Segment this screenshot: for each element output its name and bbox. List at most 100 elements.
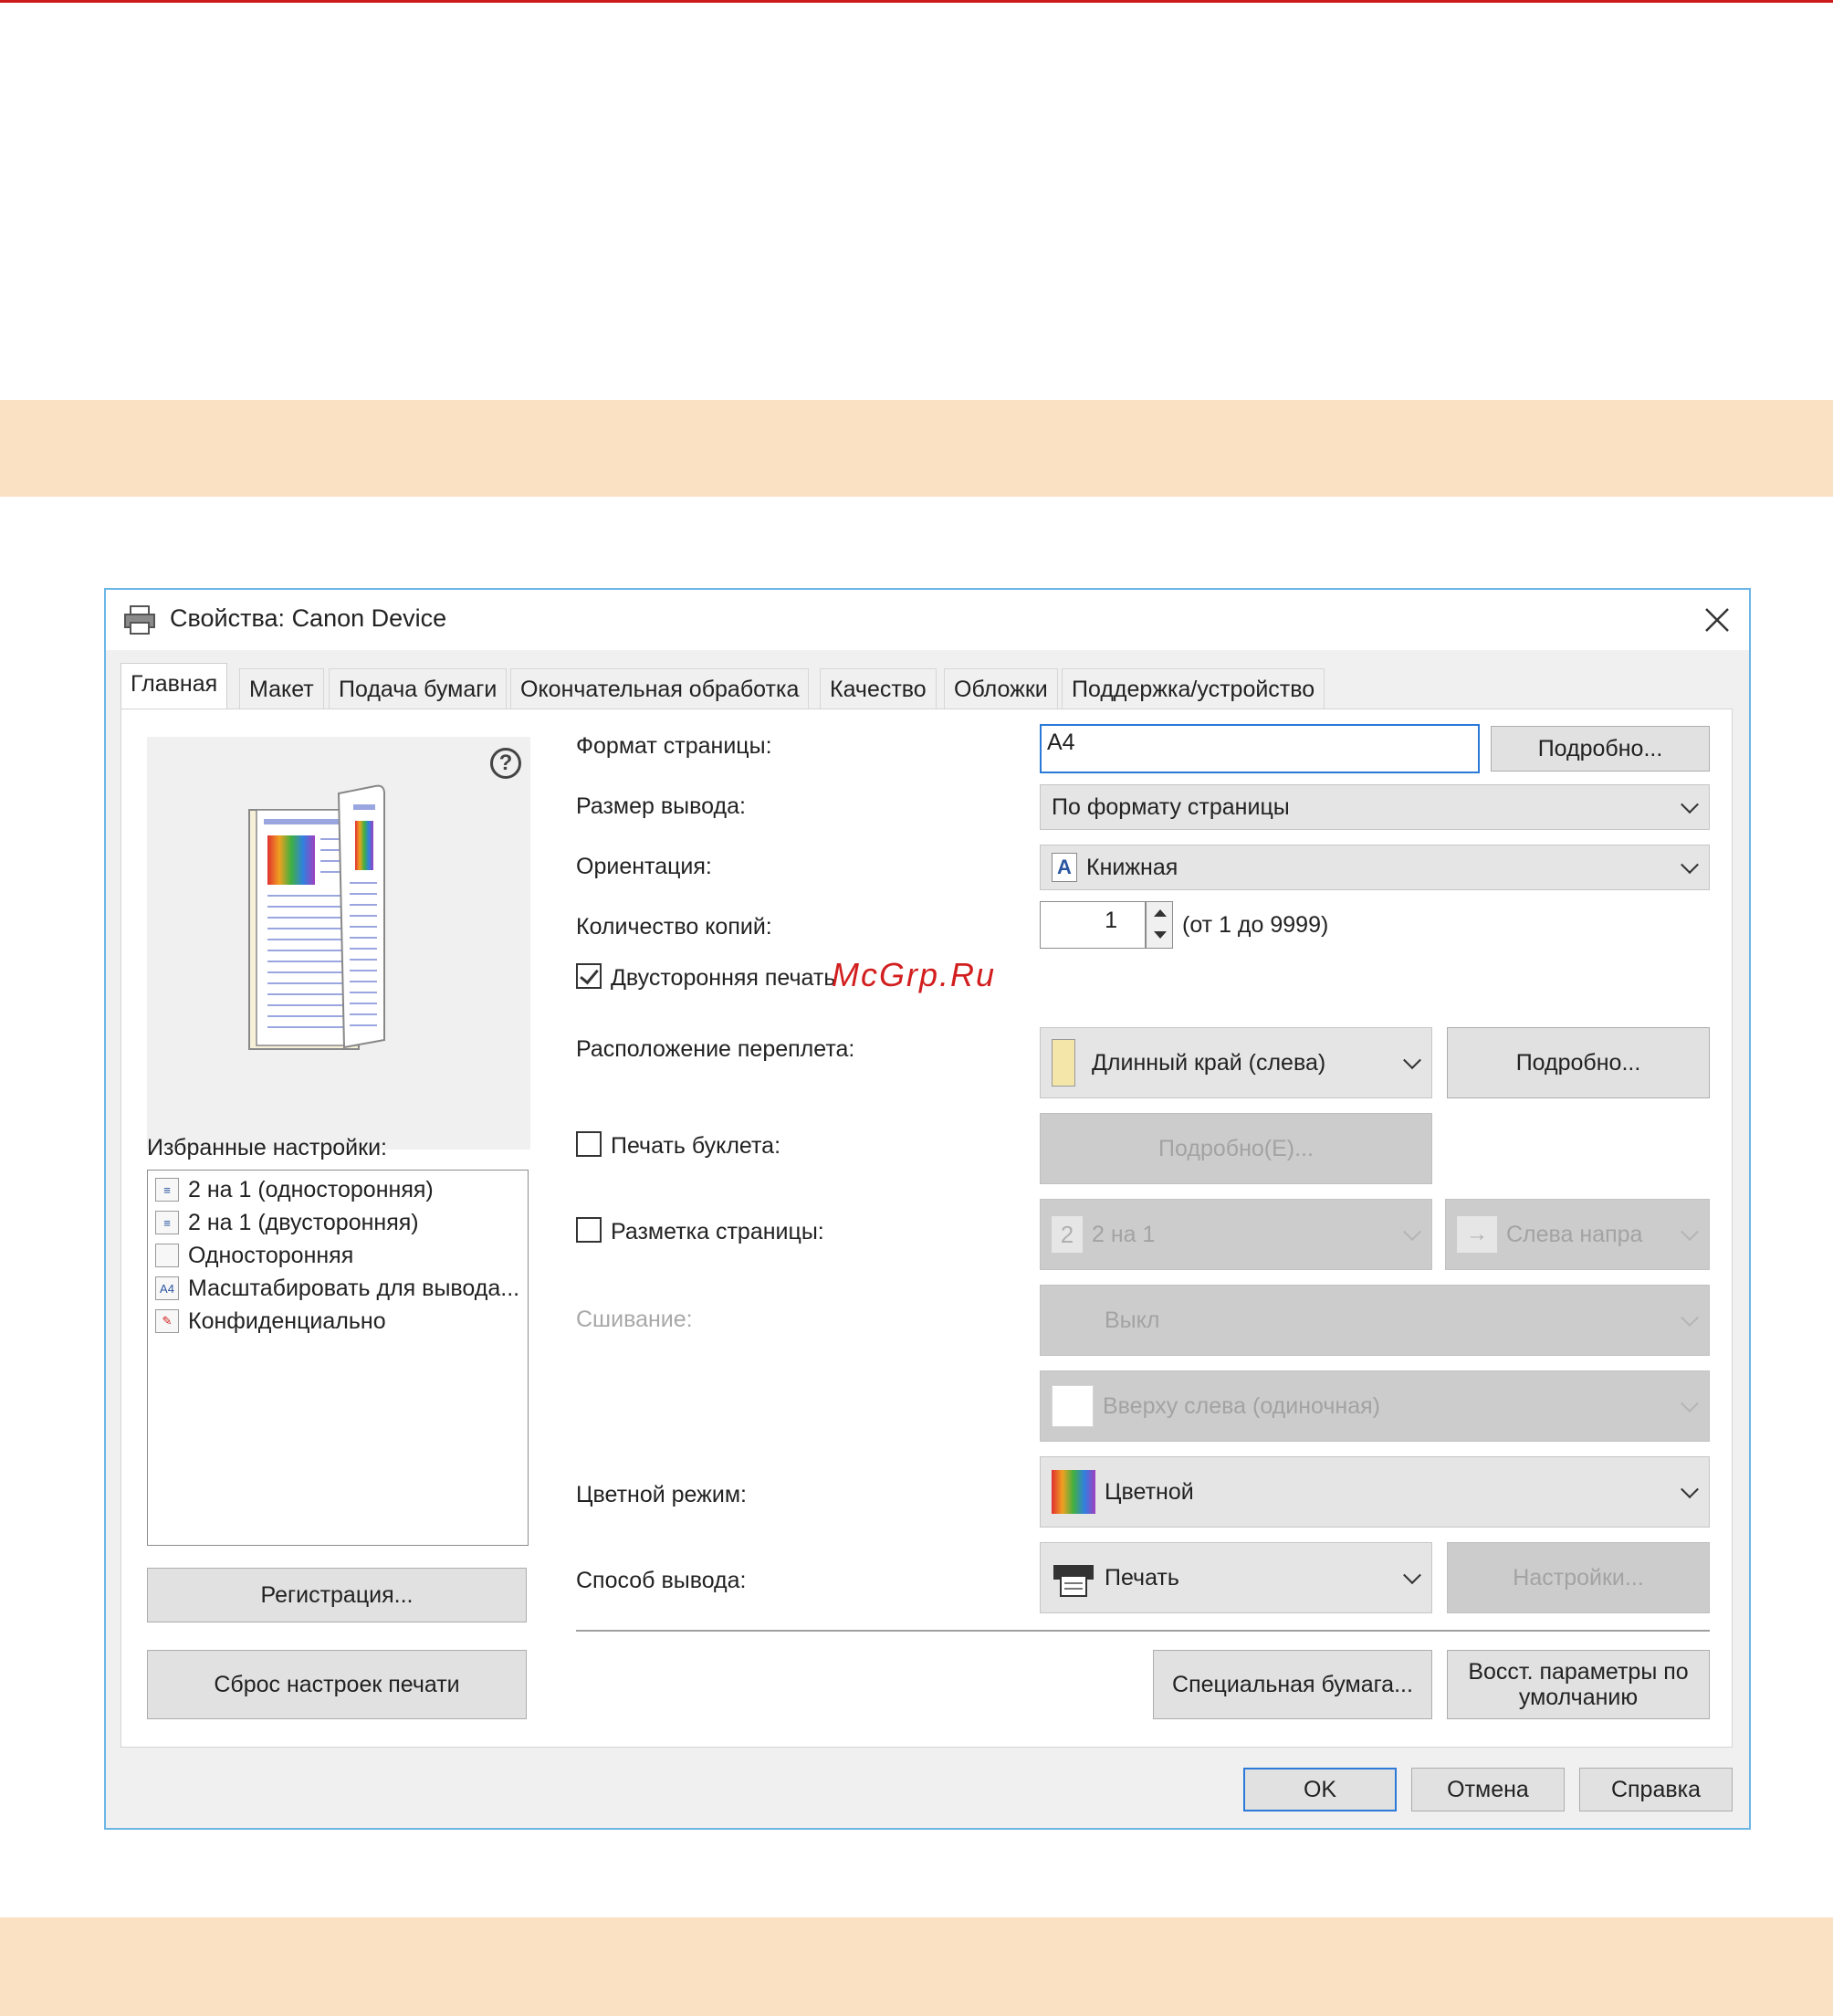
color-mode-label: Цветной режим: (576, 1482, 747, 1507)
chevron-down-icon (1681, 1308, 1699, 1328)
chevron-down-icon (1681, 856, 1699, 875)
help-icon[interactable]: ? (490, 748, 521, 779)
printer-icon (124, 605, 155, 635)
help-button[interactable]: Справка (1579, 1768, 1733, 1811)
page-layout-select[interactable]: 2 2 на 1 (1040, 1199, 1432, 1270)
tab-paper-source[interactable]: Подача бумаги (329, 668, 508, 709)
copies-stepper[interactable] (1146, 901, 1173, 949)
output-size-select[interactable]: По формату страницы (1040, 784, 1710, 830)
page-size-field[interactable]: A4 (1040, 724, 1480, 773)
output-method-value: Печать (1105, 1564, 1179, 1591)
booklet-details-button[interactable]: Подробно(E)... (1040, 1113, 1432, 1184)
register-button[interactable]: Регистрация... (147, 1568, 527, 1622)
watermark: McGrp.Ru (832, 956, 997, 993)
booklet-preview-icon (248, 784, 385, 1050)
favorites-list[interactable]: ≡ 2 на 1 (односторонняя) ≡ 2 на 1 (двуст… (147, 1170, 529, 1546)
page-size-details-button[interactable]: Подробно... (1491, 726, 1710, 772)
footer-band (0, 1917, 1833, 2016)
stapling-label: Сшивание: (576, 1307, 693, 1332)
binding-select[interactable]: Длинный край (слева) (1040, 1027, 1432, 1098)
single-sided-icon (155, 1244, 179, 1267)
tab-layout[interactable]: Макет (239, 668, 324, 709)
help-icon-glyph: ? (498, 751, 513, 775)
list-item[interactable]: ✎ Конфиденциально (155, 1306, 386, 1337)
confidential-pen-icon: ✎ (155, 1309, 179, 1333)
list-item[interactable]: A4 Масштабировать для вывода... (155, 1273, 519, 1304)
color-mode-value: Цветной (1105, 1478, 1194, 1505)
page-layout-value: 2 на 1 (1092, 1221, 1156, 1247)
staple-top-left-icon (1052, 1385, 1094, 1427)
binding-value: Длинный край (слева) (1092, 1049, 1326, 1076)
color-mode-select[interactable]: Цветной (1040, 1456, 1710, 1528)
page-layout-label: Разметка страницы: (611, 1219, 824, 1244)
page-size-label: Формат страницы: (576, 733, 772, 759)
chevron-down-icon (1403, 1223, 1421, 1242)
chevron-down-icon (1681, 1480, 1699, 1499)
cancel-button[interactable]: Отмена (1411, 1768, 1565, 1811)
list-item-label: 2 на 1 (двусторонняя) (188, 1209, 419, 1235)
tab-covers[interactable]: Обложки (944, 668, 1058, 709)
down-arrow-icon[interactable] (1154, 931, 1167, 939)
main-tab-panel: ? Избранные настройки: ≡ 2 на 1 (односто… (120, 709, 1733, 1748)
print-preview: ? (147, 737, 530, 1150)
dialog-title: Свойства: Canon Device (170, 604, 447, 632)
chevron-down-icon (1403, 1566, 1421, 1585)
staple-position-value: Вверху слева (одиночная) (1103, 1392, 1380, 1419)
orientation-value: Книжная (1086, 854, 1178, 880)
duplex-checkbox[interactable] (576, 963, 602, 989)
booklet-label: Печать буклета: (611, 1133, 781, 1159)
binding-details-button[interactable]: Подробно... (1447, 1027, 1710, 1098)
print-output-icon (1053, 1565, 1094, 1597)
title-bar: Свойства: Canon Device (106, 590, 1749, 650)
two-in-one-duplex-icon: ≡ (155, 1211, 179, 1234)
list-item-label: Конфиденциально (188, 1307, 386, 1334)
chevron-down-icon (1681, 1394, 1699, 1413)
two-pages-icon: 2 (1052, 1216, 1083, 1253)
chevron-down-icon (1681, 1223, 1699, 1242)
header-band (0, 400, 1833, 497)
top-red-line (0, 0, 1833, 3)
copies-label: Количество копий: (576, 914, 772, 940)
copies-range-text: (от 1 до 9999) (1182, 912, 1329, 938)
tab-finishing[interactable]: Окончательная обработка (510, 668, 810, 709)
long-edge-binding-icon (1052, 1039, 1075, 1087)
color-mode-icon (1052, 1470, 1095, 1514)
list-item-label: Масштабировать для вывода... (188, 1275, 520, 1301)
list-item[interactable]: ≡ 2 на 1 (двусторонняя) (155, 1207, 419, 1238)
output-size-value: По формату страницы (1052, 793, 1290, 820)
divider (576, 1630, 1710, 1632)
booklet-checkbox[interactable] (576, 1131, 602, 1157)
page-layout-checkbox[interactable] (576, 1217, 602, 1243)
tab-main[interactable]: Главная (120, 663, 228, 710)
chevron-down-icon (1403, 1051, 1421, 1070)
special-paper-button[interactable]: Специальная бумага... (1153, 1650, 1432, 1719)
ok-button[interactable]: OK (1243, 1768, 1397, 1811)
close-icon[interactable] (1703, 606, 1731, 634)
page-order-value: Слева напра (1506, 1221, 1643, 1247)
tab-quality[interactable]: Качество (820, 668, 937, 709)
reset-settings-button[interactable]: Сброс настроек печати (147, 1650, 527, 1719)
orientation-select[interactable]: A Книжная (1040, 845, 1710, 890)
output-method-select[interactable]: Печать (1040, 1542, 1432, 1613)
stapling-value: Выкл (1105, 1307, 1160, 1333)
restore-defaults-button[interactable]: Восст. параметры по умолчанию (1447, 1650, 1710, 1719)
copies-field[interactable]: 1 (1040, 901, 1146, 949)
output-settings-button[interactable]: Настройки... (1447, 1542, 1710, 1613)
duplex-label: Двусторонняя печать (611, 965, 836, 991)
a4-scale-icon: A4 (155, 1276, 179, 1300)
chevron-down-icon (1681, 795, 1699, 814)
tab-support-device[interactable]: Поддержка/устройство (1062, 668, 1325, 709)
stapling-select[interactable]: Выкл (1040, 1285, 1710, 1356)
favorites-label: Избранные настройки: (147, 1135, 387, 1160)
binding-label: Расположение переплета: (576, 1036, 855, 1062)
list-item-label: 2 на 1 (односторонняя) (188, 1176, 434, 1202)
list-item[interactable]: Односторонняя (155, 1240, 353, 1271)
staple-position-select[interactable]: Вверху слева (одиночная) (1040, 1370, 1710, 1442)
list-item-label: Односторонняя (188, 1242, 354, 1268)
output-method-label: Способ вывода: (576, 1568, 747, 1593)
page-order-select[interactable]: → Слева напра (1445, 1199, 1710, 1270)
list-item[interactable]: ≡ 2 на 1 (односторонняя) (155, 1174, 434, 1205)
up-arrow-icon[interactable] (1154, 909, 1167, 917)
output-size-label: Размер вывода: (576, 793, 746, 819)
portrait-icon: A (1052, 853, 1077, 882)
